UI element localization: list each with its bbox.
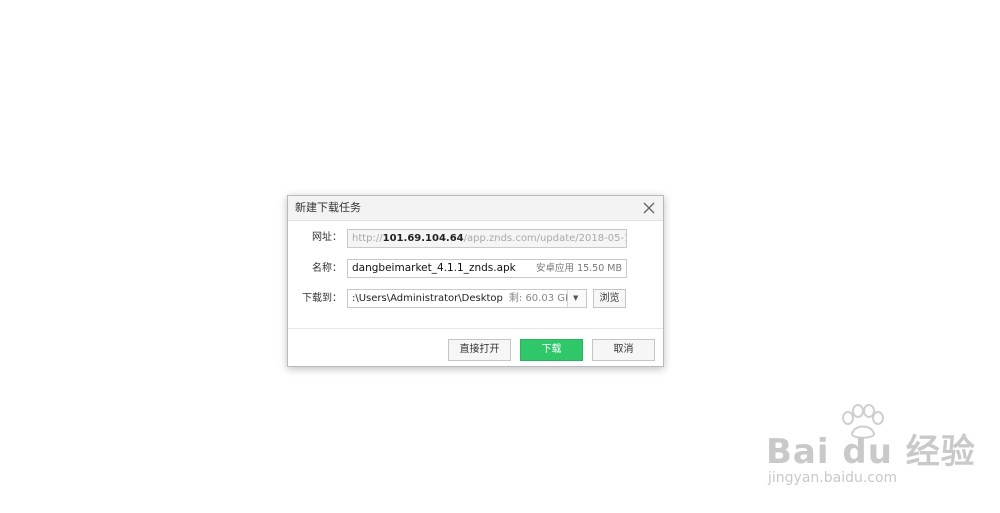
- cancel-button[interactable]: 取消: [592, 339, 655, 361]
- footer-divider: [288, 328, 663, 329]
- name-label: 名称：: [312, 263, 342, 274]
- desktop-background: 新建下载任务 网址： http://101.69.104.64/app.znds…: [0, 0, 1000, 513]
- dialog-titlebar: 新建下载任务: [288, 196, 663, 221]
- filename-value: dangbeimarket_4.1.1_znds.apk: [352, 262, 516, 274]
- save-path-combobox[interactable]: :\Users\Administrator\Desktop 剩: 60.03 GB…: [347, 289, 587, 308]
- url-prefix: http://: [352, 233, 383, 244]
- browse-button[interactable]: 浏览: [593, 289, 626, 308]
- open-directly-button[interactable]: 直接打开: [448, 339, 511, 361]
- close-icon: [643, 202, 655, 214]
- close-button[interactable]: [641, 200, 657, 216]
- download-button[interactable]: 下载: [520, 339, 583, 361]
- file-type-size: 安卓应用 15.50 MB: [536, 263, 622, 274]
- path-dropdown-button[interactable]: ▼: [567, 290, 586, 307]
- free-space: 剩: 60.03 GB: [508, 293, 572, 304]
- baidu-jingyan-watermark: Bai du 经验 jingyan.baidu.com: [760, 402, 975, 502]
- url-host: 101.69.104.64: [382, 233, 464, 244]
- dialog-title: 新建下载任务: [295, 201, 361, 214]
- watermark-url: jingyan.baidu.com: [768, 470, 898, 486]
- url-field[interactable]: http://101.69.104.64/app.znds.com/update…: [347, 229, 627, 248]
- url-path: /app.znds.com/update/2018-05-19/da: [463, 233, 626, 244]
- save-to-label: 下载到：: [302, 293, 342, 304]
- url-label: 网址：: [312, 232, 342, 243]
- watermark-logo-text: Bai du 经验: [766, 432, 976, 472]
- filename-field[interactable]: dangbeimarket_4.1.1_znds.apk 安卓应用 15.50 …: [347, 259, 627, 278]
- chevron-down-icon: ▼: [573, 294, 579, 302]
- save-path-value: :\Users\Administrator\Desktop: [352, 293, 503, 304]
- new-download-dialog: 新建下载任务 网址： http://101.69.104.64/app.znds…: [287, 195, 664, 367]
